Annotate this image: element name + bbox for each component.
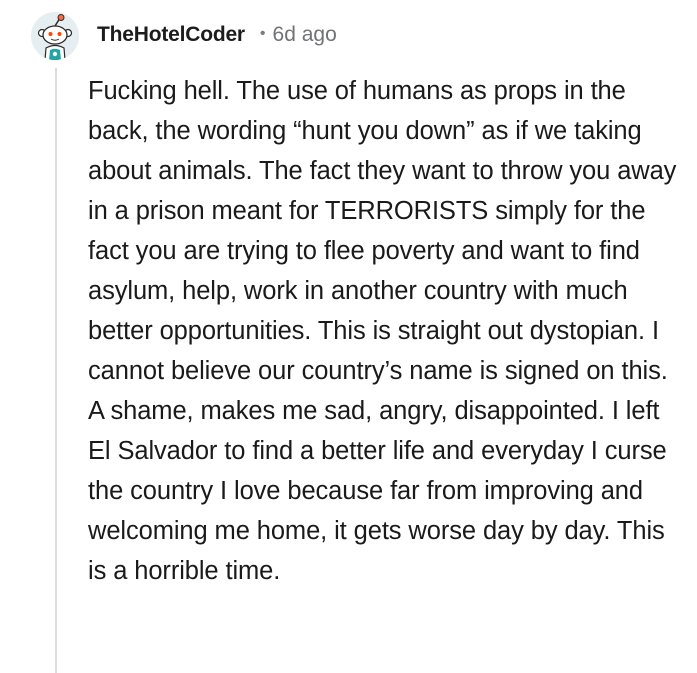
username[interactable]: TheHotelCoder: [97, 23, 245, 47]
comment-header: TheHotelCoder • 6d ago: [97, 20, 337, 50]
reddit-snoo-avatar-icon: [37, 14, 73, 60]
timestamp[interactable]: 6d ago: [273, 23, 337, 47]
avatar[interactable]: [31, 12, 79, 60]
separator-dot: •: [259, 25, 266, 42]
comment-body: Fucking hell. The use of humans as props…: [88, 77, 677, 585]
thread-line[interactable]: [55, 68, 57, 673]
comment: TheHotelCoder • 6d ago Fucking hell. The…: [0, 0, 697, 673]
